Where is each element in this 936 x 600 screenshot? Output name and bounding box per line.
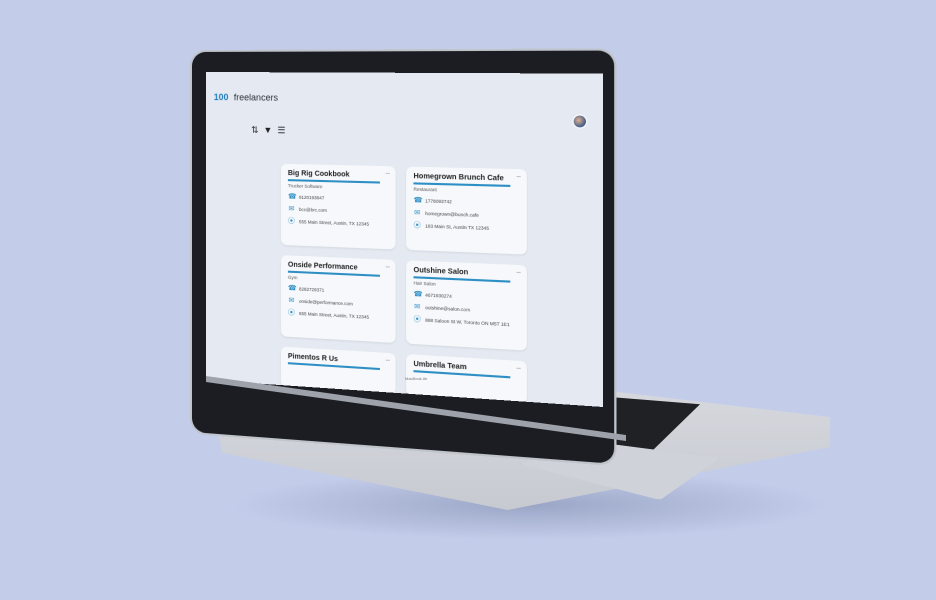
filter-icon[interactable]: ▼ bbox=[263, 125, 272, 136]
email-row: ✉ bcc@brc.com bbox=[288, 205, 388, 215]
address-row: ⦿ 888 Saloon St W, Toronto ON M5T 1E1 bbox=[413, 315, 519, 328]
address-row: ⦿ 183 Main St, Austin TX 12345 bbox=[413, 221, 519, 232]
address-row: ⦿ 555 Main Street, Austin, TX 12345 bbox=[288, 309, 388, 322]
email-row: ✉ onside@performance.com bbox=[288, 297, 388, 309]
card-title: Homegrown Brunch Cafe bbox=[413, 172, 504, 183]
email-row: ✉ homegrown@bunch.cafe bbox=[413, 209, 519, 220]
app-header: 100 freelancers bbox=[214, 92, 278, 103]
more-icon[interactable]: ··· bbox=[385, 357, 389, 365]
more-icon[interactable]: ··· bbox=[516, 365, 520, 373]
sort-icon[interactable]: ⇅ bbox=[251, 125, 258, 136]
freelancer-card[interactable]: ··· Big Rig Cookbook Trucker Software ☎ 9… bbox=[280, 163, 396, 250]
mail-icon: ✉ bbox=[288, 296, 295, 305]
phone-text: 9120193847 bbox=[298, 194, 325, 201]
app-screen: 100 freelancers ⇅ ▼ ☰ ··· Big Rig Cookbo… bbox=[206, 72, 604, 407]
card-subtitle: Trucker Software bbox=[287, 182, 323, 189]
card-title: Big Rig Cookbook bbox=[287, 169, 350, 179]
phone-row: ☎ 8282729371 bbox=[288, 284, 388, 296]
phone-text: 4671930274 bbox=[425, 291, 452, 299]
freelancer-card[interactable]: ··· Onside Performance Gym ☎ 8282729371 ✉… bbox=[280, 255, 396, 343]
more-icon[interactable]: ··· bbox=[516, 269, 520, 277]
toolbar: ⇅ ▼ ☰ bbox=[251, 125, 285, 137]
more-icon[interactable]: ··· bbox=[385, 170, 389, 177]
freelancer-card[interactable]: ··· Homegrown Brunch Cafe Restaurant ☎ 17… bbox=[406, 166, 527, 255]
scene: 100 freelancers ⇅ ▼ ☰ ··· Big Rig Cookbo… bbox=[0, 0, 936, 600]
email-text: outshine@salon.com bbox=[425, 304, 471, 312]
avatar[interactable] bbox=[572, 114, 588, 129]
phone-icon: ☎ bbox=[413, 290, 423, 299]
location-icon: ⦿ bbox=[413, 221, 421, 230]
location-icon: ⦿ bbox=[287, 308, 295, 317]
mail-icon: ✉ bbox=[288, 205, 295, 213]
phone-row: ☎ 1778093742 bbox=[413, 196, 519, 206]
phone-text: 1778093742 bbox=[425, 197, 452, 204]
email-text: homegrown@bunch.cafe bbox=[425, 210, 479, 218]
freelancer-card[interactable]: ··· Outshine Salon Hair Salon ☎ 467193027… bbox=[406, 260, 527, 351]
address-row: ⦿ 555 Main Street, Austin, TX 12345 bbox=[288, 217, 388, 228]
mail-icon: ✉ bbox=[414, 208, 421, 217]
app-title: freelancers bbox=[233, 92, 278, 103]
phone-text: 8282729371 bbox=[298, 285, 325, 293]
phone-row: ☎ 9120193847 bbox=[288, 193, 388, 203]
phone-icon: ☎ bbox=[287, 284, 297, 292]
email-row: ✉ outshine@salon.com bbox=[413, 303, 519, 316]
mail-icon: ✉ bbox=[414, 302, 421, 311]
phone-row: ☎ 4671930274 bbox=[413, 290, 519, 302]
more-icon[interactable]: ··· bbox=[516, 173, 520, 181]
email-text: bcc@brc.com bbox=[298, 206, 327, 213]
card-subtitle: Restaurant bbox=[413, 186, 437, 192]
more-icon[interactable]: ··· bbox=[385, 264, 389, 271]
address-text: 183 Main St, Austin TX 12345 bbox=[425, 222, 490, 231]
address-text: 555 Main Street, Austin, TX 12345 bbox=[298, 310, 369, 320]
hinge-label: MacBook Air bbox=[405, 376, 428, 381]
list-icon[interactable]: ☰ bbox=[277, 125, 285, 136]
location-icon: ⦿ bbox=[413, 315, 421, 324]
phone-icon: ☎ bbox=[287, 192, 297, 201]
email-text: onside@performance.com bbox=[298, 298, 353, 306]
phone-icon: ☎ bbox=[413, 196, 423, 205]
location-icon: ⦿ bbox=[287, 217, 295, 225]
card-grid: ··· Big Rig Cookbook Trucker Software ☎ 9… bbox=[280, 163, 545, 404]
freelancer-count: 100 bbox=[213, 92, 229, 103]
address-text: 888 Saloon St W, Toronto ON M5T 1E1 bbox=[425, 317, 510, 327]
address-text: 555 Main Street, Austin, TX 12345 bbox=[298, 218, 369, 227]
